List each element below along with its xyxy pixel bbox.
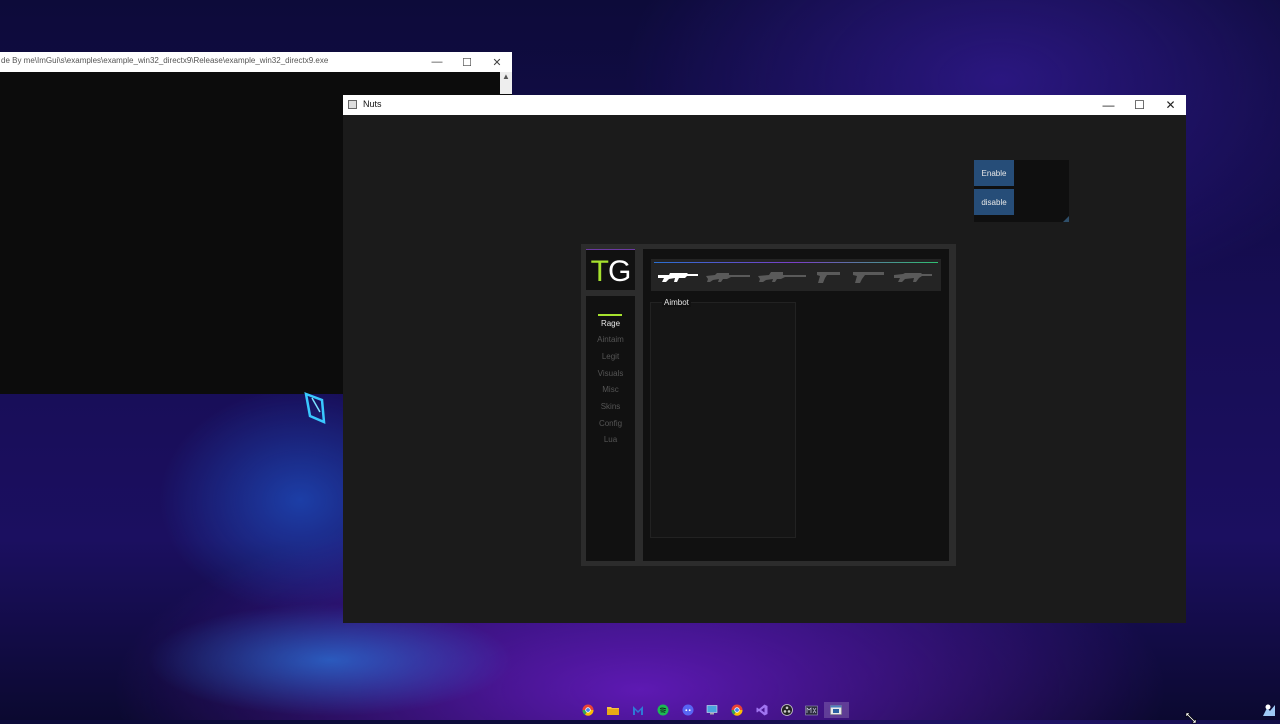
weapon-tab-heavy-pistol[interactable] — [849, 265, 887, 289]
aimbot-groupbox: Aimbot — [650, 298, 796, 538]
assault-rifle-icon — [658, 273, 698, 282]
taskbar-mixer[interactable] — [799, 702, 824, 718]
taskbar — [576, 702, 849, 718]
visual-studio-icon — [756, 704, 768, 716]
console-titlebar[interactable]: de By me\ImGui\s\examples\example_win32_… — [0, 52, 512, 72]
discord-icon — [682, 704, 694, 716]
taskbar-remote-desktop[interactable] — [700, 702, 725, 718]
weapon-tab-assault-rifle[interactable] — [655, 265, 701, 289]
chrome-icon — [582, 704, 594, 716]
app-window-icon — [830, 705, 843, 715]
taskbar-discord[interactable] — [675, 702, 700, 718]
weapon-tab-rifle[interactable] — [891, 265, 935, 289]
sidebar-item-visuals[interactable]: Visuals — [586, 369, 635, 378]
malwarebytes-icon — [632, 706, 643, 715]
weapon-tab-sniper-rifle[interactable] — [703, 265, 753, 289]
enable-button[interactable]: Enable — [974, 160, 1014, 186]
obs-icon — [780, 704, 793, 716]
remote-desktop-icon — [707, 705, 718, 715]
sidebar-item-config[interactable]: Config — [586, 419, 635, 428]
sidebar-item-aintaim[interactable]: Aintaim — [586, 335, 635, 344]
main-window[interactable]: Nuts — ☐ ✕ Enable disable TG Rage Aintai… — [343, 95, 1197, 724]
taskbar-visual-studio[interactable] — [750, 702, 775, 718]
sidebar-item-skins[interactable]: Skins — [586, 402, 635, 411]
console-close-button[interactable]: ✕ — [482, 52, 512, 72]
taskbar-file-explorer[interactable] — [601, 702, 626, 718]
taskbar-app-window[interactable] — [823, 702, 849, 718]
rifle-icon — [894, 273, 932, 282]
file-explorer-icon — [607, 706, 620, 715]
weapon-tab-heavy-sniper[interactable] — [755, 265, 809, 289]
spotify-icon — [657, 704, 669, 716]
taskbar-chrome-alt[interactable] — [725, 702, 750, 718]
sidebar-item-lua[interactable]: Lua — [586, 435, 635, 444]
sniper-rifle-icon — [706, 273, 750, 282]
taskbar-spotify[interactable] — [650, 702, 675, 718]
taskbar-chrome[interactable] — [576, 702, 601, 718]
logo-letter-t: T — [590, 255, 609, 288]
weapon-bar-accent-line — [654, 262, 938, 263]
wallpaper-neon-shape — [304, 392, 326, 424]
heavy-sniper-icon — [758, 272, 806, 282]
console-scroll-up-arrow[interactable]: ▲ — [500, 72, 512, 94]
main-titlebar[interactable]: Nuts — ☐ ✕ — [343, 95, 1186, 115]
system-tray-icon[interactable] — [1261, 702, 1277, 718]
sidebar-item-rage[interactable]: Rage — [586, 319, 635, 328]
taskbar-malwarebytes[interactable] — [626, 702, 651, 718]
weapon-tab-pistol[interactable] — [813, 265, 843, 289]
taskbar-obs[interactable] — [774, 702, 799, 718]
cheat-menu[interactable]: TG Rage Aintaim Legit Visuals Misc Skins… — [581, 244, 1197, 724]
console-maximize-button[interactable]: ☐ — [452, 52, 482, 72]
minimize-button[interactable]: — — [1093, 95, 1124, 115]
nav-active-indicator — [598, 314, 622, 316]
console-title: de By me\ImGui\s\examples\example_win32_… — [1, 56, 329, 65]
logo: TG — [586, 249, 635, 290]
chrome-alt-icon — [731, 704, 743, 716]
weapon-selector — [651, 259, 941, 291]
console-minimize-button[interactable]: — — [422, 52, 452, 72]
logo-letter-g: G — [607, 255, 631, 288]
content-area: Aimbot — [643, 249, 949, 561]
maximize-button[interactable]: ☐ — [1124, 95, 1155, 115]
resize-cursor-icon — [1185, 712, 1197, 724]
aimbot-group-label: Aimbot — [662, 298, 691, 307]
mixer-icon — [805, 705, 818, 715]
sidebar-item-legit[interactable]: Legit — [586, 352, 635, 361]
toggle-panel[interactable]: Enable disable — [974, 160, 1069, 222]
main-window-title: Nuts — [363, 99, 382, 109]
pistol-icon — [817, 272, 840, 283]
panel-resize-grip[interactable] — [1063, 216, 1069, 222]
heavy-pistol-icon — [853, 272, 884, 283]
close-button[interactable]: ✕ — [1155, 95, 1186, 115]
app-window-icon — [348, 100, 357, 109]
sidebar-nav: Rage Aintaim Legit Visuals Misc Skins Co… — [586, 296, 635, 561]
disable-button[interactable]: disable — [974, 189, 1014, 215]
sidebar-item-misc[interactable]: Misc — [586, 385, 635, 394]
